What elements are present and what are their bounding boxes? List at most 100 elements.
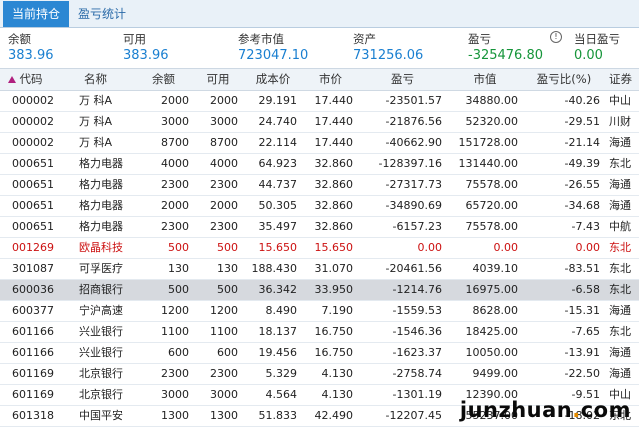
cell-available: 2300 — [210, 178, 238, 191]
cell-pnl-ratio: -7.43 — [571, 220, 600, 233]
cell-pnl-ratio: -15.31 — [564, 304, 600, 317]
column-header-balance[interactable]: 余额 — [134, 69, 193, 90]
cell-name: 中国平安 — [79, 409, 123, 422]
cell-name: 宁沪高速 — [79, 304, 123, 317]
table-row[interactable]: 601169 北京银行 2300 2300 5.329 4.130 -2758.74 9499… — [0, 364, 639, 385]
cell-market-value: 10050.00 — [465, 346, 519, 359]
cell-broker: 海通 — [609, 178, 631, 191]
cell-name: 兴业银行 — [79, 346, 123, 359]
cell-market-value: 4039.10 — [472, 262, 519, 275]
cell-market-value: 16975.00 — [465, 283, 519, 296]
cell-pnl: -2758.74 — [392, 367, 442, 380]
cell-name: 北京银行 — [79, 367, 123, 380]
cell-pnl-ratio: -7.65 — [571, 325, 600, 338]
cell-balance: 4000 — [161, 157, 189, 170]
cell-available: 500 — [217, 241, 238, 254]
cell-code: 001269 — [12, 241, 54, 254]
cell-code: 000651 — [12, 157, 54, 170]
cell-broker: 海通 — [609, 346, 631, 359]
cell-name: 万 科A — [79, 94, 113, 107]
column-header-pnl[interactable]: 盈亏 — [358, 69, 447, 90]
cell-pnl: -40662.90 — [385, 136, 442, 149]
cell-code: 601166 — [12, 346, 54, 359]
cell-pnl-ratio: -29.51 — [564, 115, 600, 128]
summary-label: 参考市值 — [238, 32, 284, 46]
column-header-price[interactable]: 市价 — [303, 69, 358, 90]
cell-code: 601169 — [12, 388, 54, 401]
cell-pnl-ratio: -40.26 — [564, 94, 600, 107]
table-row[interactable]: 000651 格力电器 2300 2300 44.737 32.860 -27317.73 7… — [0, 175, 639, 196]
table-row[interactable]: 600377 宁沪高速 1200 1200 8.490 7.190 -1559.53 8628… — [0, 301, 639, 322]
table-row[interactable]: 600036 招商银行 500 500 36.342 33.950 -1214.76 1697… — [0, 280, 639, 301]
cell-name: 格力电器 — [79, 157, 123, 170]
column-header-market-value[interactable]: 市值 — [447, 69, 523, 90]
cell-price: 32.860 — [314, 199, 354, 212]
cell-balance: 500 — [168, 283, 189, 296]
tab-current-positions[interactable]: 当前持仓 — [3, 1, 70, 27]
cell-pnl: -27317.73 — [385, 178, 442, 191]
summary-label: 可用 — [123, 32, 146, 46]
positions-table-body: 000002 万 科A 2000 2000 29.191 17.440 -23501.57 3… — [0, 91, 639, 427]
cell-pnl-ratio: -34.68 — [564, 199, 600, 212]
cell-market-value: 34880.00 — [465, 94, 519, 107]
cell-pnl-ratio: -6.58 — [571, 283, 600, 296]
cell-pnl: -1214.76 — [392, 283, 442, 296]
column-header-available[interactable]: 可用 — [193, 69, 243, 90]
cell-code: 000651 — [12, 220, 54, 233]
cell-available: 3000 — [210, 388, 238, 401]
table-row[interactable]: 301087 可孚医疗 130 130 188.430 31.070 -20461.56 40… — [0, 259, 639, 280]
summary-value: -325476.80 — [468, 48, 543, 63]
table-row[interactable]: 000651 格力电器 2300 2300 35.497 32.860 -6157.23 75… — [0, 217, 639, 238]
cell-broker: 东北 — [609, 283, 631, 296]
cell-code: 600377 — [12, 304, 54, 317]
info-icon[interactable]: ! — [550, 31, 562, 43]
column-header-cost[interactable]: 成本价 — [243, 69, 303, 90]
cell-code: 301087 — [12, 262, 54, 275]
cell-cost: 50.305 — [258, 199, 298, 212]
cell-balance: 600 — [168, 346, 189, 359]
cell-broker: 中山 — [609, 94, 631, 107]
table-row[interactable]: 000002 万 科A 3000 3000 24.740 17.440 -21876.56 5… — [0, 112, 639, 133]
cell-price: 16.750 — [314, 346, 354, 359]
cell-market-value: 75578.00 — [465, 178, 519, 191]
summary-value: 731256.06 — [353, 48, 424, 63]
column-header-name[interactable]: 名称 — [57, 69, 134, 90]
cell-name: 格力电器 — [79, 178, 123, 191]
table-row[interactable]: 000002 万 科A 8700 8700 22.114 17.440 -40662.90 1… — [0, 133, 639, 154]
table-row[interactable]: 001269 欧晶科技 500 500 15.650 15.650 0.00 0.00 0.00… — [0, 238, 639, 259]
cell-cost: 64.923 — [258, 157, 298, 170]
table-row[interactable]: 601166 兴业银行 1100 1100 18.137 16.750 -1546.36 18… — [0, 322, 639, 343]
summary-label: 余额 — [8, 32, 31, 46]
cell-available: 4000 — [210, 157, 238, 170]
tab-bar: 当前持仓 盈亏统计 — [0, 0, 639, 28]
table-row[interactable]: 601166 兴业银行 600 600 19.456 16.750 -1623.37 1005… — [0, 343, 639, 364]
cell-market-value: 75578.00 — [465, 220, 519, 233]
table-row[interactable]: 000002 万 科A 2000 2000 29.191 17.440 -23501.57 3… — [0, 91, 639, 112]
column-header-broker[interactable]: 证券 — [605, 69, 639, 90]
cell-balance: 2300 — [161, 178, 189, 191]
table-row[interactable]: 000651 格力电器 4000 4000 64.923 32.860 -128397.16… — [0, 154, 639, 175]
summary-value: 723047.10 — [238, 48, 309, 63]
cell-pnl: -6157.23 — [392, 220, 442, 233]
cell-cost: 8.490 — [265, 304, 298, 317]
table-row[interactable]: 000651 格力电器 2000 2000 50.305 32.860 -34890.69 6… — [0, 196, 639, 217]
summary-available: 可用 383.96 — [115, 28, 230, 68]
tab-pnl-statistics[interactable]: 盈亏统计 — [69, 1, 135, 27]
cell-balance: 1300 — [161, 409, 189, 422]
cell-cost: 29.191 — [258, 94, 298, 107]
summary-value: 383.96 — [8, 48, 54, 63]
cell-price: 16.750 — [314, 325, 354, 338]
cell-balance: 2300 — [161, 220, 189, 233]
cell-code: 000651 — [12, 178, 54, 191]
cell-market-value: 52320.00 — [465, 115, 519, 128]
cell-available: 1300 — [210, 409, 238, 422]
summary-label: 当日盈亏 — [574, 32, 620, 46]
account-summary: 余额 383.96 可用 383.96 参考市值 723047.10 资产 73… — [0, 28, 639, 69]
cell-cost: 4.564 — [265, 388, 298, 401]
sort-ascending-icon[interactable] — [8, 76, 16, 83]
column-header-pnl-ratio[interactable]: 盈亏比(%) — [523, 69, 605, 90]
summary-assets: 资产 731256.06 — [345, 28, 460, 68]
cell-pnl-ratio: -83.51 — [564, 262, 600, 275]
cell-cost: 15.650 — [258, 241, 298, 254]
cell-cost: 44.737 — [258, 178, 298, 191]
